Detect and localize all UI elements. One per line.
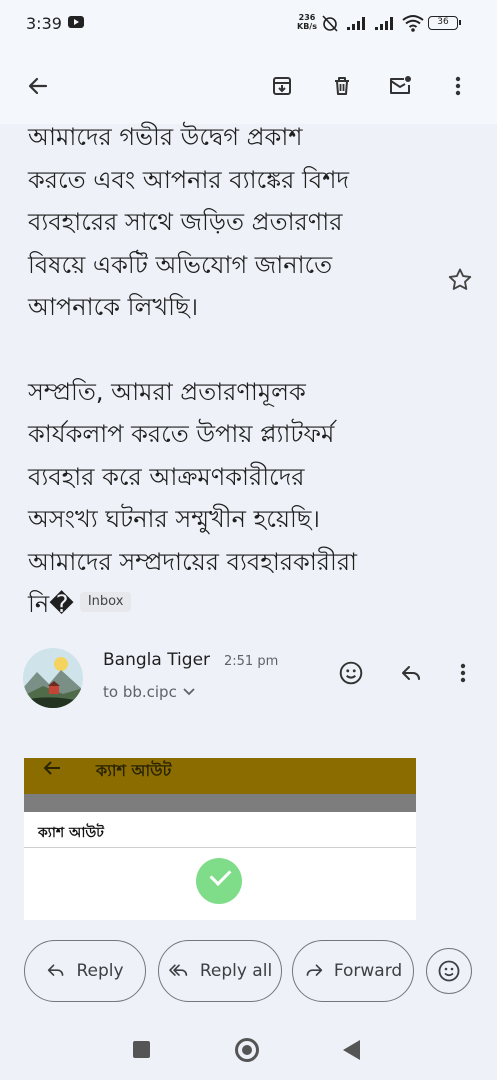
reply-label: Reply xyxy=(76,961,124,981)
attachment-row-text: ক্যাশ আউট xyxy=(38,825,104,841)
star-outline-icon xyxy=(448,268,472,290)
image-attachment-preview[interactable]: ক্যাশ আউট ক্যাশ আউট xyxy=(24,758,416,920)
body-line: বিষয়ে একটি অভিযোগ জানাতে xyxy=(28,250,333,279)
network-speed-value: 236 xyxy=(298,13,316,22)
more-vert-icon xyxy=(455,76,461,96)
mark-unread-button[interactable] xyxy=(380,66,420,106)
add-reaction-button[interactable] xyxy=(333,655,369,691)
reply-all-button[interactable]: Reply all xyxy=(158,940,282,1002)
body-last-line: নি� Inbox xyxy=(28,583,438,626)
signal-1-icon xyxy=(347,17,365,30)
reply-icon xyxy=(48,964,64,976)
more-options-button[interactable] xyxy=(438,66,478,106)
body-line: অসংখ্য ঘটনার সম্মুখীন হয়েছি। xyxy=(28,505,320,533)
arrow-back-icon xyxy=(43,761,60,775)
battery-indicator: 36 xyxy=(428,16,461,30)
youtube-notification-icon xyxy=(68,16,84,28)
message-time: 2:51 pm xyxy=(224,654,279,669)
body-line: আমাদের গভীর উদ্বেগ প্রকাশ xyxy=(28,123,303,151)
status-time: 3:39 xyxy=(26,14,62,33)
system-navigation-bar xyxy=(0,1018,497,1080)
landscape-avatar-icon xyxy=(23,648,83,708)
recipient-text: to bb.cipc xyxy=(103,683,177,701)
arrow-back-icon xyxy=(28,77,48,95)
wifi-icon xyxy=(402,15,424,32)
status-icons xyxy=(320,14,424,32)
archive-button[interactable] xyxy=(262,66,302,106)
back-button[interactable] xyxy=(18,66,58,106)
body-line: ব্যবহার করে আক্রমণকারীদের xyxy=(28,462,305,491)
body-line: সম্প্রতি, আমরা প্রতারণামূলক xyxy=(28,377,306,406)
reply-all-label: Reply all xyxy=(199,961,273,981)
success-check-icon xyxy=(196,858,242,904)
body-line: করতে এবং আপনার ব্যাঙ্কের বিশদ xyxy=(28,165,350,194)
attachment-row: ক্যাশ আউট xyxy=(24,812,416,848)
recipient-details-toggle[interactable]: to bb.cipc xyxy=(103,683,195,701)
chevron-down-icon xyxy=(183,688,195,696)
emoji-icon xyxy=(438,960,460,982)
reply-button[interactable]: Reply xyxy=(24,940,146,1002)
attachment-header-bar: ক্যাশ আউট xyxy=(24,758,416,794)
network-speed: 236 KB/s xyxy=(297,13,317,31)
forward-icon xyxy=(306,964,322,976)
forward-label: Forward xyxy=(333,961,403,981)
emoji-reaction-button[interactable] xyxy=(426,948,472,994)
body-line: আমাদের সম্প্রদায়ের ব্যবহারকারীরা xyxy=(28,547,358,576)
attachment-divider-band xyxy=(24,794,416,812)
delete-button[interactable] xyxy=(322,66,362,106)
email-toolbar xyxy=(0,48,497,124)
emoji-icon xyxy=(339,661,363,685)
body-line: কার্যকলাপ করতে উপায় প্ল্যাটফর্ম xyxy=(28,420,335,448)
reply-icon xyxy=(402,666,420,680)
reply-all-icon xyxy=(168,964,187,976)
sender-name[interactable]: Bangla Tiger xyxy=(103,650,210,670)
attachment-header-title: ক্যাশ আউট xyxy=(96,761,172,780)
signal-2-icon xyxy=(375,17,393,30)
email-body: আমাদের গভীর উদ্বেগ প্রকাশ করতে এবং আপনার… xyxy=(28,116,438,626)
trash-icon xyxy=(335,77,349,95)
status-bar: 3:39 236 KB/s 36 xyxy=(0,0,497,48)
recents-button[interactable] xyxy=(133,1041,150,1058)
star-button[interactable] xyxy=(446,266,474,294)
body-line: ব্যবহারের সাথে জড়িত প্রতারণার xyxy=(28,208,343,236)
reply-message-button[interactable] xyxy=(393,655,429,691)
alarm-off-icon xyxy=(322,15,338,32)
network-speed-unit: KB/s xyxy=(297,22,317,31)
archive-icon xyxy=(273,77,291,95)
system-back-button[interactable] xyxy=(343,1040,360,1060)
inbox-label-chip[interactable]: Inbox xyxy=(79,592,132,612)
more-vert-icon xyxy=(460,663,466,683)
sender-avatar[interactable] xyxy=(23,648,83,708)
message-more-button[interactable] xyxy=(445,655,481,691)
body-last-text: নি� xyxy=(28,590,74,618)
forward-button[interactable]: Forward xyxy=(292,940,414,1002)
mail-unread-icon xyxy=(390,76,411,94)
home-button[interactable] xyxy=(235,1038,259,1062)
body-line: আপনাকে লিখছি। xyxy=(28,293,199,321)
